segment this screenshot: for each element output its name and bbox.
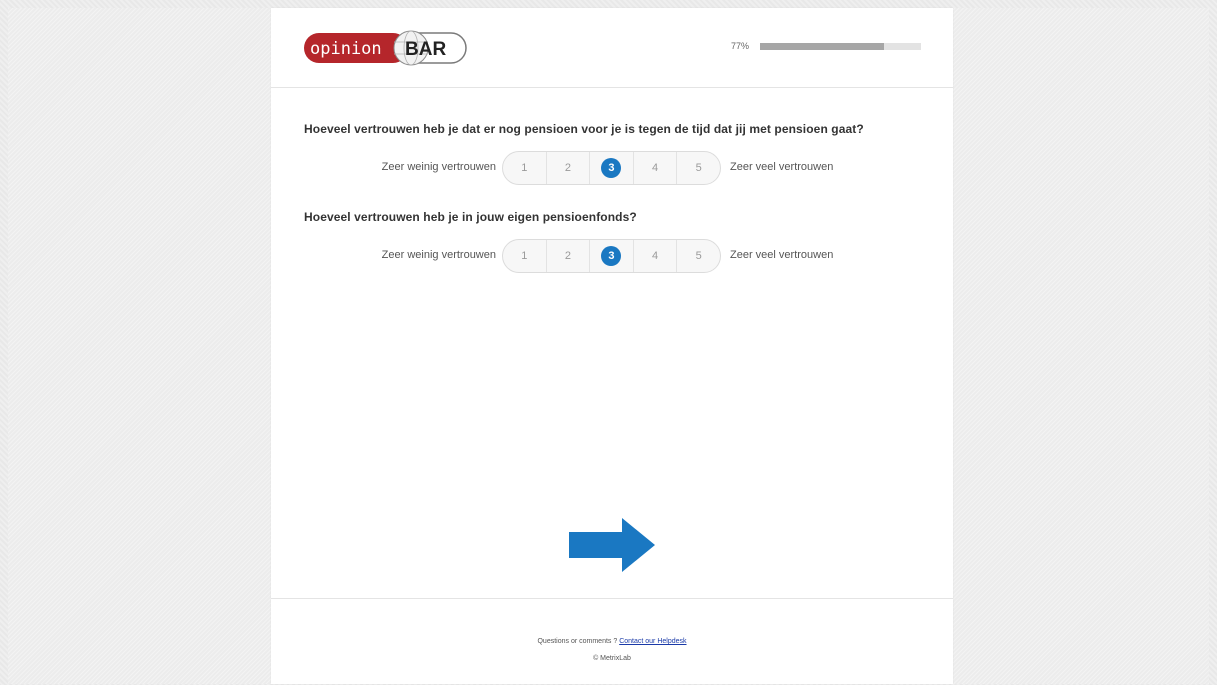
page-header: opinion BAR 77%	[271, 8, 953, 88]
question-2-option-1[interactable]: 1	[503, 240, 546, 272]
question-1-low-label: Zeer weinig vertrouwen	[381, 161, 496, 173]
question-1-high-label: Zeer veel vertrouwen	[730, 161, 834, 173]
selected-option-indicator: 3	[601, 158, 622, 178]
question-2-scale: Zeer weinig vertrouwen 1 2 3 4 5 Zeer ve…	[271, 239, 953, 273]
logo-text-opinion: opinion	[310, 39, 382, 59]
logo-text-bar: BAR	[405, 39, 446, 60]
question-2-low-label: Zeer weinig vertrouwen	[381, 249, 496, 261]
question-1-scale: Zeer weinig vertrouwen 1 2 3 4 5 Zeer ve…	[271, 151, 953, 185]
footer-copyright: © MetrixLab	[593, 655, 631, 662]
arrow-right-icon	[569, 518, 655, 572]
question-1-option-2[interactable]: 2	[545, 152, 590, 184]
question-2-option-2[interactable]: 2	[545, 240, 590, 272]
question-2-option-4[interactable]: 4	[632, 240, 677, 272]
question-2-text: Hoeveel vertrouwen heb je in jouw eigen …	[304, 210, 637, 224]
question-2-option-5[interactable]: 5	[676, 240, 720, 272]
page-footer: Questions or comments ? Contact our Help…	[271, 598, 953, 685]
opinionbar-logo: opinion BAR	[304, 30, 467, 66]
helpdesk-link[interactable]: Contact our Helpdesk	[619, 638, 686, 645]
question-1-text: Hoeveel vertrouwen heb je dat er nog pen…	[304, 122, 864, 136]
next-button[interactable]	[569, 518, 657, 572]
question-1-option-4[interactable]: 4	[632, 152, 677, 184]
selected-option-indicator: 3	[601, 246, 622, 266]
progress-percentage: 77%	[731, 41, 750, 51]
footer-contact-prefix: Questions or comments ?	[537, 638, 620, 645]
question-2-rating-control: 1 2 3 4 5	[502, 239, 721, 273]
question-1-option-5[interactable]: 5	[676, 152, 720, 184]
question-2-high-label: Zeer veel vertrouwen	[730, 249, 834, 261]
progress-bar-fill	[760, 43, 884, 50]
question-1-rating-control: 1 2 3 4 5	[502, 151, 721, 185]
question-1-option-1[interactable]: 1	[503, 152, 546, 184]
survey-page: opinion BAR 77% Hoeveel vertrouwen heb j…	[271, 8, 953, 684]
progress-bar	[760, 43, 921, 50]
question-2-option-3[interactable]: 3	[589, 240, 633, 272]
footer-contact-line: Questions or comments ? Contact our Help…	[271, 638, 953, 645]
question-1-option-3[interactable]: 3	[589, 152, 633, 184]
